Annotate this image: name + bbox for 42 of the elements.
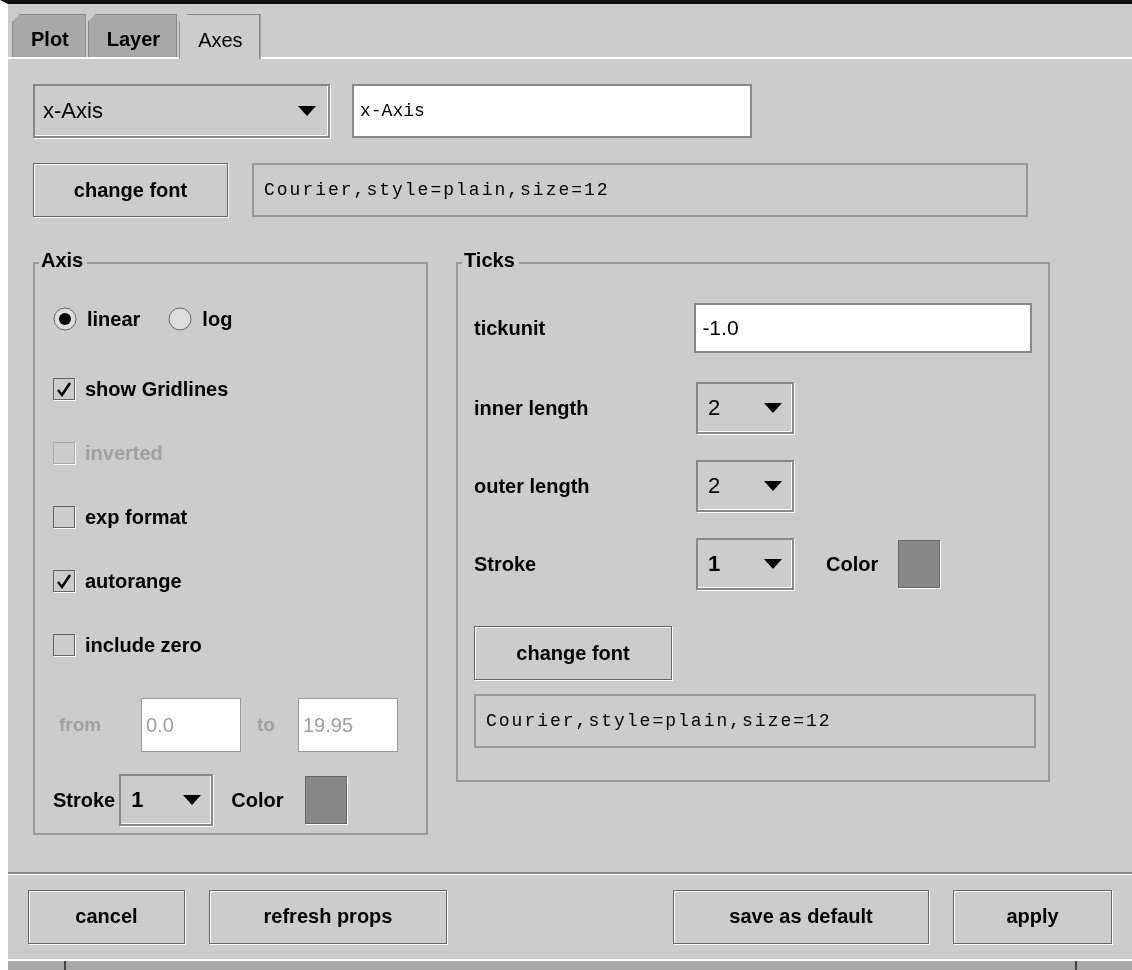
outer-length-label: outer length — [474, 474, 591, 498]
tab[interactable]: Axes — [179, 14, 261, 59]
tickunit-label: tickunit — [474, 316, 547, 340]
checkbox[interactable] — [53, 506, 75, 528]
tab[interactable]: Layer — [87, 14, 178, 57]
outer-length-dropdown[interactable]: 2 — [696, 460, 794, 512]
font-display: Courier,style=plain,size=12 — [252, 163, 1028, 217]
checkbox[interactable] — [53, 634, 75, 656]
dropdown-arrow-icon — [298, 106, 316, 116]
color-swatch[interactable] — [305, 776, 348, 824]
axis-title-field[interactable]: x-Axis — [352, 84, 752, 138]
change-font-button[interactable]: change font — [474, 626, 672, 680]
dialog-button[interactable]: refresh props — [209, 889, 447, 944]
stroke-label: Stroke — [474, 552, 538, 576]
color-swatch[interactable] — [898, 540, 941, 588]
axis-dropdown[interactable]: x-Axis — [33, 84, 330, 138]
dialog-button[interactable]: save as default — [673, 889, 929, 944]
tickunit-field[interactable]: -1.0 — [694, 303, 1032, 353]
dialog-button[interactable]: apply — [953, 889, 1112, 944]
color-label: Color — [231, 788, 284, 812]
color-label: Color — [826, 552, 879, 576]
font-display: Courier,style=plain,size=12 — [474, 694, 1036, 748]
dropdown-arrow-icon — [764, 403, 782, 413]
checkbox[interactable] — [53, 378, 75, 400]
scale-radio[interactable]: log — [168, 307, 233, 331]
stroke-dropdown[interactable]: 1 — [696, 538, 794, 590]
checkbox-label: autorange — [85, 569, 182, 593]
inner-length-dropdown[interactable]: 2 — [696, 382, 794, 434]
dropdown-arrow-icon — [183, 795, 202, 805]
checkbox[interactable] — [53, 570, 75, 592]
inner-length-label: inner length — [474, 396, 590, 420]
checkbox-label: exp format — [85, 505, 188, 529]
scale-radio[interactable]: linear — [53, 307, 141, 331]
dropdown-arrow-icon — [764, 481, 782, 491]
stroke-label: Stroke — [53, 788, 116, 812]
checkbox-label: show Gridlines — [85, 377, 229, 401]
stroke-dropdown[interactable]: 1 — [119, 774, 214, 826]
change-font-button[interactable]: change font — [33, 163, 228, 217]
dialog-button[interactable]: cancel — [28, 889, 185, 944]
dropdown-arrow-icon — [764, 559, 782, 569]
tab[interactable]: Plot — [12, 14, 86, 57]
checkbox-label: include zero — [85, 633, 202, 657]
